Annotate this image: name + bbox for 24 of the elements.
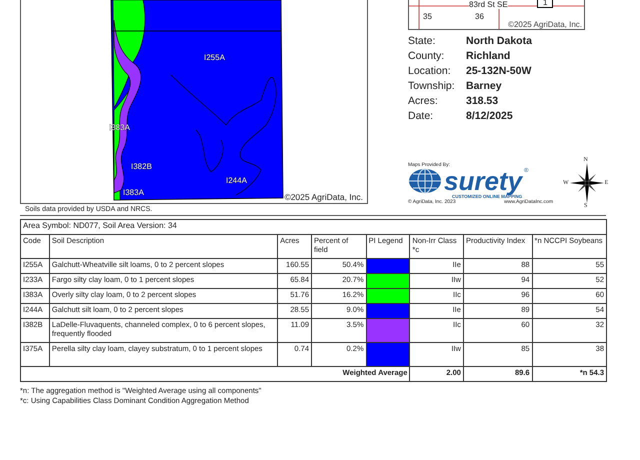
info-label: Township: xyxy=(408,79,456,93)
info-label: Date: xyxy=(408,109,434,123)
copyright-text: ©2025 AgriData, Inc. xyxy=(284,192,363,202)
map-label: I383A xyxy=(123,188,144,197)
info-label: Location: xyxy=(408,64,452,78)
map-label: I244A xyxy=(226,176,247,185)
info-value: 318.53 xyxy=(466,94,500,108)
table-caption: Area Symbol: ND077, Soil Area Version: 34 xyxy=(20,220,606,234)
globe-icon xyxy=(408,168,442,194)
info-value: North Dakota xyxy=(466,34,533,48)
info-label: County: xyxy=(408,49,446,63)
compass-rose-icon xyxy=(570,163,604,203)
info-label: Acres: xyxy=(408,94,439,108)
info-label: State: xyxy=(408,34,436,48)
info-value: 25-132N-50W xyxy=(466,64,532,78)
map-label: I255A xyxy=(204,53,225,62)
info-value: Barney xyxy=(466,79,503,93)
info-value: Richland xyxy=(466,49,512,63)
info-value: 8/12/2025 xyxy=(466,109,514,123)
copyright-text: ©2025 AgriData, Inc. xyxy=(508,20,582,29)
section-number: 36 xyxy=(475,12,484,21)
section-number: 35 xyxy=(423,12,432,21)
map-label: I382B xyxy=(131,162,152,171)
road-label: 83rd St SE xyxy=(469,0,508,9)
